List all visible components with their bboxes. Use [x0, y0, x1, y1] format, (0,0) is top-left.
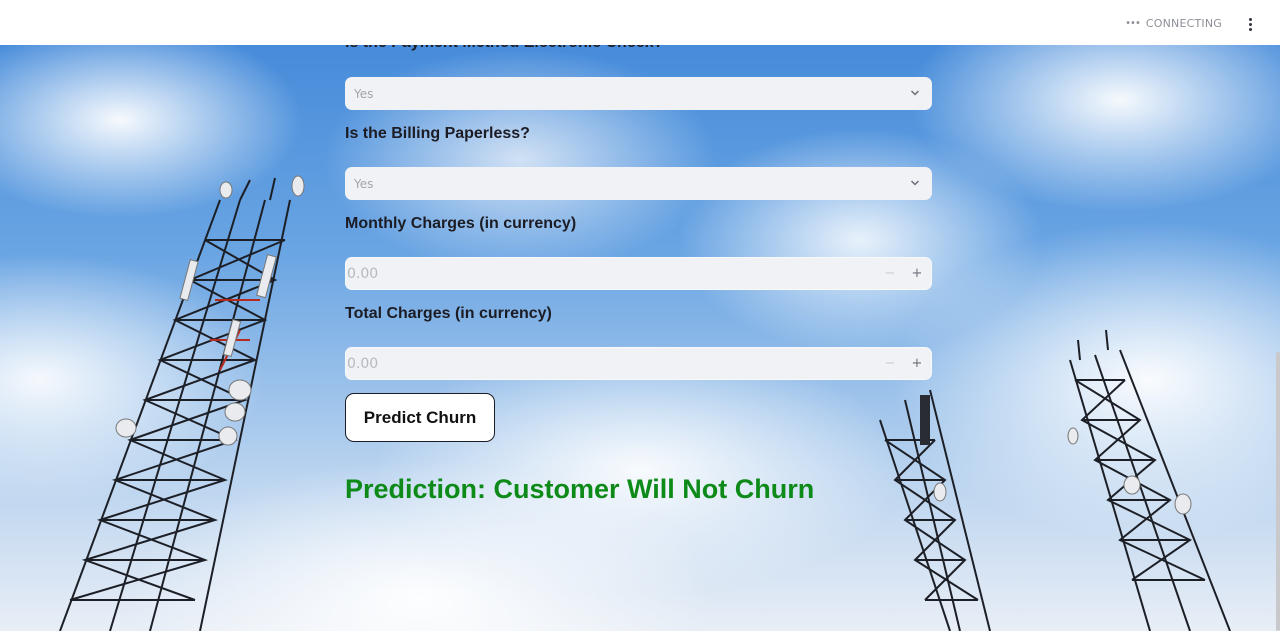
- monthly-charges-input[interactable]: [346, 258, 879, 289]
- total-charges-decrement-button[interactable]: −: [877, 348, 903, 379]
- total-charges-input[interactable]: [346, 348, 879, 379]
- total-charges-increment-button[interactable]: +: [904, 348, 930, 379]
- vertical-dots-icon: [1248, 17, 1252, 21]
- payment-method-select[interactable]: Yes: [345, 77, 932, 110]
- connection-status: ••• CONNECTING: [1125, 17, 1222, 30]
- app-header: ••• CONNECTING: [0, 0, 1280, 45]
- total-charges-field: − +: [345, 347, 932, 380]
- paperless-billing-select[interactable]: Yes: [345, 167, 932, 200]
- total-charges-label: Total Charges (in currency): [345, 305, 552, 322]
- paperless-billing-value: Yes: [354, 176, 374, 191]
- main-menu-button[interactable]: [1240, 13, 1260, 35]
- payment-method-value: Yes: [354, 86, 374, 101]
- prediction-result: Prediction: Customer Will Not Churn: [345, 474, 815, 504]
- paperless-billing-label: Is the Billing Paperless?: [345, 125, 530, 142]
- monthly-charges-decrement-button[interactable]: −: [877, 258, 903, 289]
- chevron-down-icon: [910, 180, 920, 186]
- chevron-down-icon: [910, 90, 920, 96]
- connection-status-text: CONNECTING: [1145, 17, 1222, 30]
- monthly-charges-label: Monthly Charges (in currency): [345, 215, 577, 232]
- monthly-charges-increment-button[interactable]: +: [904, 258, 930, 289]
- page-scrollbar[interactable]: [1276, 352, 1280, 631]
- predict-churn-button[interactable]: Predict Churn: [345, 393, 495, 442]
- monthly-charges-field: − +: [345, 257, 932, 290]
- ellipsis-icon: •••: [1125, 18, 1141, 29]
